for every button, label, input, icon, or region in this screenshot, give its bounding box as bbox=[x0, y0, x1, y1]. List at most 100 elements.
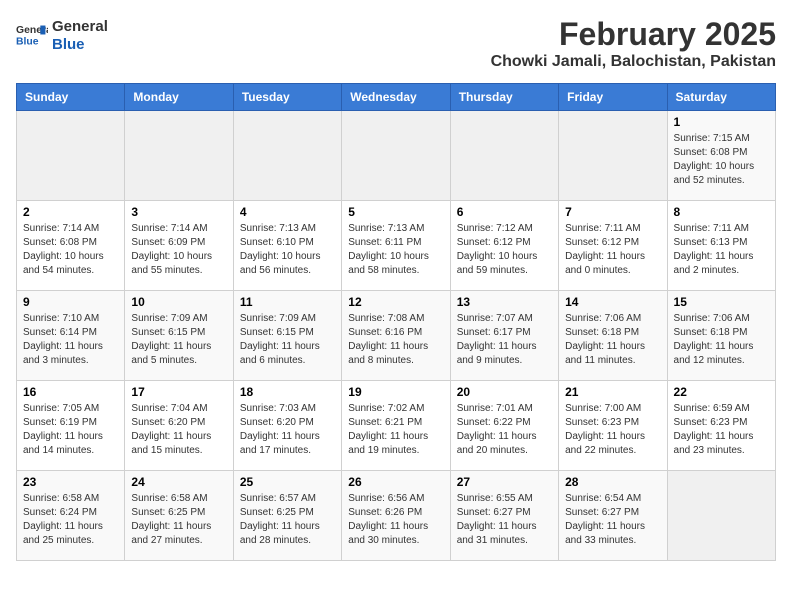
day-number: 28 bbox=[565, 475, 660, 489]
month-title: February 2025 bbox=[491, 16, 776, 53]
day-number: 13 bbox=[457, 295, 552, 309]
calendar-cell: 16 Sunrise: 7:05 AM Sunset: 6:19 PM Dayli… bbox=[17, 381, 125, 471]
day-number: 27 bbox=[457, 475, 552, 489]
day-info: Sunrise: 6:56 AM Sunset: 6:26 PM Dayligh… bbox=[348, 492, 443, 548]
day-info: Sunrise: 7:11 AM Sunset: 6:13 PM Dayligh… bbox=[674, 222, 769, 278]
day-info: Sunrise: 7:10 AM Sunset: 6:14 PM Dayligh… bbox=[23, 312, 118, 368]
week-row-5: 23Sunrise: 6:58 AM Sunset: 6:24 PM Dayli… bbox=[17, 471, 776, 561]
calendar-cell: 4 Sunrise: 7:13 AM Sunset: 6:10 PM Daylig… bbox=[233, 201, 341, 291]
header-sunday: Sunday bbox=[17, 84, 125, 111]
header-wednesday: Wednesday bbox=[342, 84, 450, 111]
logo-text: General Blue bbox=[52, 16, 108, 52]
calendar-cell: 10 Sunrise: 7:09 AM Sunset: 6:15 PM Dayli… bbox=[125, 291, 233, 381]
header-monday: Monday bbox=[125, 84, 233, 111]
day-number: 9 bbox=[23, 295, 118, 309]
day-info: Sunrise: 7:04 AM Sunset: 6:20 PM Dayligh… bbox=[131, 402, 226, 458]
calendar-cell: 11Sunrise: 7:09 AM Sunset: 6:15 PM Dayli… bbox=[233, 291, 341, 381]
calendar-cell: 8Sunrise: 7:11 AM Sunset: 6:13 PM Daylig… bbox=[667, 201, 775, 291]
location-title: Chowki Jamali, Balochistan, Pakistan bbox=[491, 53, 776, 71]
header-friday: Friday bbox=[559, 84, 667, 111]
calendar-cell: 14 Sunrise: 7:06 AM Sunset: 6:18 PM Dayli… bbox=[559, 291, 667, 381]
calendar-cell: 24 Sunrise: 6:58 AM Sunset: 6:25 PM Dayli… bbox=[125, 471, 233, 561]
calendar-cell: 17 Sunrise: 7:04 AM Sunset: 6:20 PM Dayli… bbox=[125, 381, 233, 471]
svg-text:Blue: Blue bbox=[16, 36, 39, 47]
day-info: Sunrise: 7:07 AM Sunset: 6:17 PM Dayligh… bbox=[457, 312, 552, 368]
calendar-cell: 5 Sunrise: 7:13 AM Sunset: 6:11 PM Daylig… bbox=[342, 201, 450, 291]
day-info: Sunrise: 6:59 AM Sunset: 6:23 PM Dayligh… bbox=[674, 402, 769, 458]
calendar-cell: 7 Sunrise: 7:11 AM Sunset: 6:12 PM Daylig… bbox=[559, 201, 667, 291]
header: General Blue General Blue February 2025 … bbox=[16, 16, 776, 71]
day-info: Sunrise: 7:13 AM Sunset: 6:11 PM Dayligh… bbox=[348, 222, 443, 278]
calendar-cell: 15 Sunrise: 7:06 AM Sunset: 6:18 PM Dayli… bbox=[667, 291, 775, 381]
day-info: Sunrise: 7:03 AM Sunset: 6:20 PM Dayligh… bbox=[240, 402, 335, 458]
week-row-2: 2Sunrise: 7:14 AM Sunset: 6:08 PM Daylig… bbox=[17, 201, 776, 291]
day-number: 5 bbox=[348, 205, 443, 219]
calendar-cell bbox=[125, 111, 233, 201]
calendar-cell: 25Sunrise: 6:57 AM Sunset: 6:25 PM Dayli… bbox=[233, 471, 341, 561]
day-info: Sunrise: 7:08 AM Sunset: 6:16 PM Dayligh… bbox=[348, 312, 443, 368]
logo-blue: Blue bbox=[52, 36, 85, 53]
day-number: 4 bbox=[240, 205, 335, 219]
week-row-4: 16 Sunrise: 7:05 AM Sunset: 6:19 PM Dayli… bbox=[17, 381, 776, 471]
calendar-cell: 28 Sunrise: 6:54 AM Sunset: 6:27 PM Dayli… bbox=[559, 471, 667, 561]
calendar-cell: 21Sunrise: 7:00 AM Sunset: 6:23 PM Dayli… bbox=[559, 381, 667, 471]
day-number: 7 bbox=[565, 205, 660, 219]
day-number: 6 bbox=[457, 205, 552, 219]
calendar-cell: 26 Sunrise: 6:56 AM Sunset: 6:26 PM Dayli… bbox=[342, 471, 450, 561]
calendar-cell: 27 Sunrise: 6:55 AM Sunset: 6:27 PM Dayli… bbox=[450, 471, 558, 561]
calendar-cell bbox=[450, 111, 558, 201]
day-number: 1 bbox=[674, 115, 769, 129]
day-number: 26 bbox=[348, 475, 443, 489]
day-info: Sunrise: 6:57 AM Sunset: 6:25 PM Dayligh… bbox=[240, 492, 335, 548]
day-number: 14 bbox=[565, 295, 660, 309]
day-info: Sunrise: 7:05 AM Sunset: 6:19 PM Dayligh… bbox=[23, 402, 118, 458]
day-info: Sunrise: 7:06 AM Sunset: 6:18 PM Dayligh… bbox=[674, 312, 769, 368]
day-number: 10 bbox=[131, 295, 226, 309]
logo: General Blue General Blue bbox=[16, 16, 108, 52]
day-number: 19 bbox=[348, 385, 443, 399]
day-info: Sunrise: 7:00 AM Sunset: 6:23 PM Dayligh… bbox=[565, 402, 660, 458]
day-info: Sunrise: 7:13 AM Sunset: 6:10 PM Dayligh… bbox=[240, 222, 335, 278]
day-number: 22 bbox=[674, 385, 769, 399]
week-row-3: 9 Sunrise: 7:10 AM Sunset: 6:14 PM Daylig… bbox=[17, 291, 776, 381]
calendar-cell: 18 Sunrise: 7:03 AM Sunset: 6:20 PM Dayli… bbox=[233, 381, 341, 471]
calendar-cell: 19 Sunrise: 7:02 AM Sunset: 6:21 PM Dayli… bbox=[342, 381, 450, 471]
calendar-cell bbox=[342, 111, 450, 201]
day-info: Sunrise: 7:02 AM Sunset: 6:21 PM Dayligh… bbox=[348, 402, 443, 458]
calendar-cell bbox=[17, 111, 125, 201]
day-info: Sunrise: 6:55 AM Sunset: 6:27 PM Dayligh… bbox=[457, 492, 552, 548]
day-number: 15 bbox=[674, 295, 769, 309]
calendar-cell: 23Sunrise: 6:58 AM Sunset: 6:24 PM Dayli… bbox=[17, 471, 125, 561]
calendar-cell: 22 Sunrise: 6:59 AM Sunset: 6:23 PM Dayli… bbox=[667, 381, 775, 471]
day-info: Sunrise: 7:09 AM Sunset: 6:15 PM Dayligh… bbox=[131, 312, 226, 368]
calendar-cell: 2Sunrise: 7:14 AM Sunset: 6:08 PM Daylig… bbox=[17, 201, 125, 291]
day-number: 2 bbox=[23, 205, 118, 219]
day-info: Sunrise: 6:54 AM Sunset: 6:27 PM Dayligh… bbox=[565, 492, 660, 548]
day-info: Sunrise: 6:58 AM Sunset: 6:24 PM Dayligh… bbox=[23, 492, 118, 548]
day-info: Sunrise: 7:06 AM Sunset: 6:18 PM Dayligh… bbox=[565, 312, 660, 368]
header-thursday: Thursday bbox=[450, 84, 558, 111]
header-tuesday: Tuesday bbox=[233, 84, 341, 111]
day-number: 16 bbox=[23, 385, 118, 399]
title-area: February 2025 Chowki Jamali, Balochistan… bbox=[491, 16, 776, 71]
calendar-cell: 12 Sunrise: 7:08 AM Sunset: 6:16 PM Dayli… bbox=[342, 291, 450, 381]
day-number: 18 bbox=[240, 385, 335, 399]
logo-general: General bbox=[52, 18, 108, 35]
week-row-1: 1 Sunrise: 7:15 AM Sunset: 6:08 PM Daylig… bbox=[17, 111, 776, 201]
weekday-header-row: SundayMondayTuesdayWednesdayThursdayFrid… bbox=[17, 84, 776, 111]
day-number: 17 bbox=[131, 385, 226, 399]
logo-icon: General Blue bbox=[16, 20, 48, 48]
day-info: Sunrise: 7:11 AM Sunset: 6:12 PM Dayligh… bbox=[565, 222, 660, 278]
day-info: Sunrise: 7:09 AM Sunset: 6:15 PM Dayligh… bbox=[240, 312, 335, 368]
day-info: Sunrise: 7:01 AM Sunset: 6:22 PM Dayligh… bbox=[457, 402, 552, 458]
calendar-cell: 3Sunrise: 7:14 AM Sunset: 6:09 PM Daylig… bbox=[125, 201, 233, 291]
calendar-table: SundayMondayTuesdayWednesdayThursdayFrid… bbox=[16, 83, 776, 561]
calendar-cell: 6Sunrise: 7:12 AM Sunset: 6:12 PM Daylig… bbox=[450, 201, 558, 291]
calendar-cell: 9 Sunrise: 7:10 AM Sunset: 6:14 PM Daylig… bbox=[17, 291, 125, 381]
day-info: Sunrise: 7:15 AM Sunset: 6:08 PM Dayligh… bbox=[674, 132, 769, 188]
day-number: 24 bbox=[131, 475, 226, 489]
calendar-cell: 1 Sunrise: 7:15 AM Sunset: 6:08 PM Daylig… bbox=[667, 111, 775, 201]
day-number: 12 bbox=[348, 295, 443, 309]
day-info: Sunrise: 6:58 AM Sunset: 6:25 PM Dayligh… bbox=[131, 492, 226, 548]
header-saturday: Saturday bbox=[667, 84, 775, 111]
